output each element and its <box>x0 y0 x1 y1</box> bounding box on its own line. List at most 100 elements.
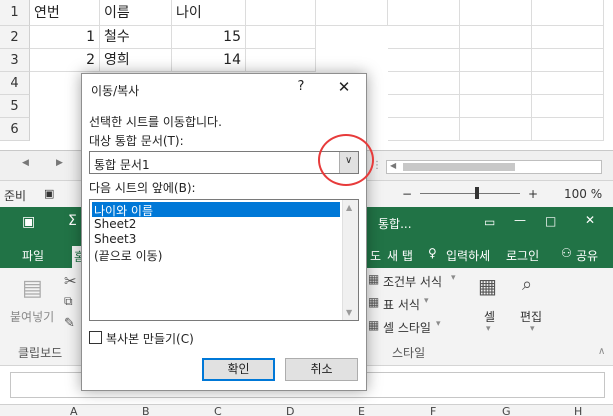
cut-icon[interactable]: ✂ <box>64 272 77 290</box>
list-item[interactable]: 나이와 이름 <box>91 201 341 218</box>
cell-g3[interactable] <box>460 49 532 72</box>
row-header-5[interactable]: 5 <box>0 95 30 118</box>
ribbon-display-icon[interactable]: ▭ <box>484 215 495 229</box>
cell-d1[interactable] <box>246 0 316 26</box>
cell-h2[interactable] <box>532 26 604 49</box>
cond-format-button[interactable]: 조건부 서식 <box>383 273 442 290</box>
cell-b3[interactable]: 영희 <box>100 49 172 72</box>
cell-h4[interactable] <box>532 72 604 95</box>
cell-f4[interactable] <box>388 72 460 95</box>
cell-h5[interactable] <box>532 95 604 118</box>
table-format-dropdown-icon[interactable]: ▾ <box>424 296 429 306</box>
split-handle-icon[interactable]: ⋮ <box>372 160 382 174</box>
cells-dropdown-icon[interactable]: ▾ <box>486 324 491 334</box>
row-header-4[interactable]: 4 <box>0 72 30 95</box>
col-header-c[interactable]: C <box>214 405 222 416</box>
scroll-up-icon[interactable]: ▲ <box>346 203 352 212</box>
col-header-d[interactable]: D <box>286 405 294 416</box>
close-button[interactable]: ✕ <box>333 78 355 100</box>
list-item[interactable]: Sheet2 <box>92 217 138 232</box>
collapse-ribbon-icon[interactable]: ∧ <box>598 346 605 357</box>
col-header-h[interactable]: H <box>574 405 582 416</box>
cell-b2[interactable]: 철수 <box>100 26 172 49</box>
cell-e1[interactable] <box>316 0 388 26</box>
cell-h6[interactable] <box>532 118 604 141</box>
cell-f1[interactable] <box>388 0 460 26</box>
paste-icon[interactable]: ▤ <box>22 276 43 301</box>
cell-c1[interactable]: 나이 <box>172 0 246 26</box>
col-header-e[interactable]: E <box>358 405 365 416</box>
cell-h1[interactable] <box>532 0 604 26</box>
zoom-slider-knob[interactable] <box>475 187 479 199</box>
scroll-right-icon[interactable]: ▶ <box>56 158 63 168</box>
target-workbook-dropdown[interactable]: ∨ <box>339 152 358 173</box>
editing-dropdown-icon[interactable]: ▾ <box>530 324 535 334</box>
cancel-button[interactable]: 취소 <box>285 358 358 381</box>
col-header-b[interactable]: B <box>142 405 150 416</box>
cell-g1[interactable] <box>460 0 532 26</box>
cell-d2[interactable] <box>246 26 316 49</box>
cell-f5[interactable] <box>388 95 460 118</box>
hscroll-left-icon[interactable]: ◀ <box>390 161 396 170</box>
copy-icon[interactable]: ⧉ <box>64 294 73 309</box>
cell-a2[interactable]: 1 <box>30 26 100 49</box>
ok-button[interactable]: 확인 <box>202 358 275 381</box>
cell-f3[interactable] <box>388 49 460 72</box>
tab-file[interactable]: 파일 <box>22 247 44 264</box>
zoom-slider[interactable] <box>420 193 520 194</box>
cell-f2[interactable] <box>388 26 460 49</box>
minimize-icon[interactable]: — <box>514 213 526 227</box>
row-header-3[interactable]: 3 <box>0 49 30 72</box>
list-scrollbar[interactable]: ▲ ▼ <box>342 200 358 320</box>
cell-g5[interactable] <box>460 95 532 118</box>
cell-style-button[interactable]: 셀 스타일 <box>383 319 431 336</box>
tab-new[interactable]: 새 탭 <box>387 247 413 264</box>
cell-b1[interactable]: 이름 <box>100 0 172 26</box>
cell-f6[interactable] <box>388 118 460 141</box>
cell-d3[interactable] <box>246 49 316 72</box>
tell-me-box[interactable]: 입력하세 <box>446 247 490 264</box>
hscroll-thumb[interactable] <box>403 163 515 171</box>
list-item[interactable]: (끝으로 이동) <box>92 247 164 263</box>
login-link[interactable]: 로그인 <box>506 247 539 264</box>
find-icon[interactable]: ⌕ <box>522 274 532 295</box>
col-header-a[interactable]: A <box>70 405 78 416</box>
autosum-icon[interactable]: Σ <box>68 213 77 229</box>
row-header-6[interactable]: 6 <box>0 118 30 141</box>
row-header-1[interactable]: 1 <box>0 0 30 26</box>
col-header-f[interactable]: F <box>430 405 436 416</box>
make-copy-label[interactable]: 복사본 만들기(C) <box>106 330 194 347</box>
scroll-down-icon[interactable]: ▼ <box>346 308 352 317</box>
horizontal-scrollbar[interactable]: ◀ <box>386 160 602 174</box>
zoom-level[interactable]: 100 % <box>564 187 602 201</box>
window-close-icon[interactable]: ✕ <box>585 213 595 227</box>
make-copy-checkbox[interactable] <box>89 331 102 344</box>
tab-a[interactable]: 도 <box>370 247 381 264</box>
cell-g4[interactable] <box>460 72 532 95</box>
cell-style-dropdown-icon[interactable]: ▾ <box>436 319 441 329</box>
editing-button[interactable]: 편집 <box>520 308 542 325</box>
cell-g2[interactable] <box>460 26 532 49</box>
cell-a3[interactable]: 2 <box>30 49 100 72</box>
cell-c2[interactable]: 15 <box>172 26 246 49</box>
format-painter-icon[interactable]: ✎ <box>64 316 75 331</box>
paste-button[interactable]: 붙여넣기 <box>10 308 54 325</box>
cell-h3[interactable] <box>532 49 604 72</box>
help-button[interactable]: ? <box>291 79 311 99</box>
scroll-left-icon[interactable]: ◀ <box>22 158 29 168</box>
cell-a1[interactable]: 연번 <box>30 0 100 26</box>
cell-g6[interactable] <box>460 118 532 141</box>
cells-icon[interactable]: ▦ <box>478 274 497 298</box>
cond-format-dropdown-icon[interactable]: ▾ <box>451 273 456 283</box>
share-button[interactable]: 공유 <box>576 247 598 264</box>
target-workbook-select[interactable]: 통합 문서1 ∨ <box>89 151 359 174</box>
macro-record-icon[interactable]: ▣ <box>44 187 54 200</box>
table-format-button[interactable]: 표 서식 <box>383 296 420 313</box>
cells-button[interactable]: 셀 <box>484 308 495 325</box>
zoom-in-icon[interactable]: + <box>528 187 538 201</box>
cell-c3[interactable]: 14 <box>172 49 246 72</box>
maximize-icon[interactable]: □ <box>545 214 556 228</box>
zoom-out-icon[interactable]: − <box>402 187 412 201</box>
before-sheet-list[interactable]: 나이와 이름 Sheet2 Sheet3 (끝으로 이동) ▲ ▼ <box>89 199 359 321</box>
list-item[interactable]: Sheet3 <box>92 232 138 247</box>
